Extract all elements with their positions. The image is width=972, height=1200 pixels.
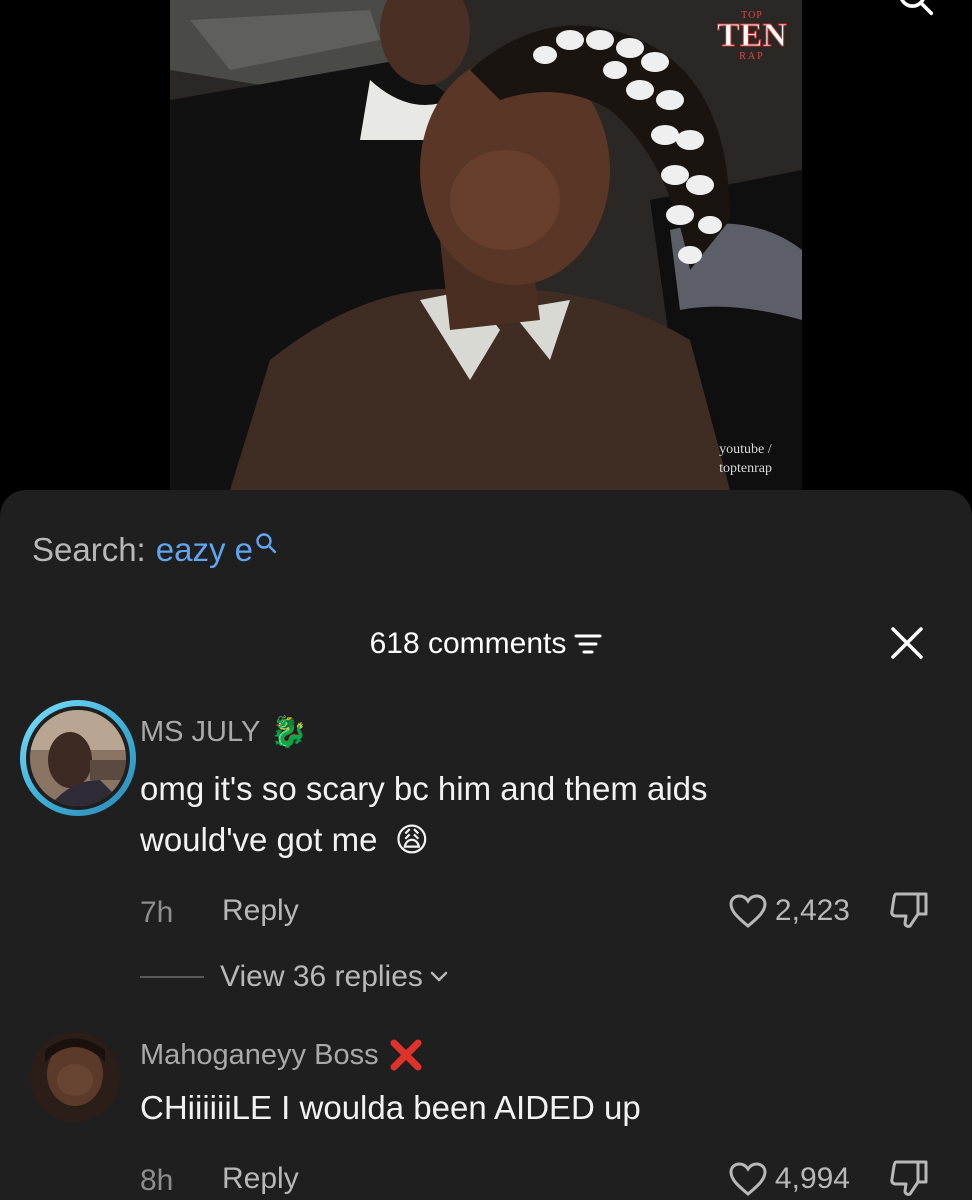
comment-username[interactable]: Mahoganeyy Boss — [140, 1038, 423, 1072]
watermark-logo: TOP TEN RAP — [708, 10, 796, 62]
like-count: 4,994 — [774, 1162, 850, 1195]
comment-count: 618 comments — [369, 627, 567, 660]
comment-time: 8h — [140, 1164, 174, 1197]
video-credit: youtube / toptenrap — [719, 440, 772, 478]
reply-button[interactable]: Reply — [222, 1162, 299, 1196]
cross-mark-icon — [390, 1039, 422, 1071]
video-frame-image — [170, 0, 802, 490]
comment-text: CHiiiiiiLE I woulda been AIDED up — [140, 1089, 641, 1126]
comments-sheet: Search: eazy e 618 comments MS JULY 🐉 om… — [0, 490, 972, 1200]
search-icon[interactable] — [898, 0, 934, 16]
dislike-icon[interactable] — [888, 1158, 932, 1198]
comment-text-line1: omg it's so scary bc him and them aids — [140, 770, 708, 807]
chevron-down-icon — [430, 971, 448, 982]
replies-divider — [140, 976, 204, 978]
like-button[interactable]: 4,994 — [729, 1162, 850, 1196]
weary-face-emoji: 😩 — [394, 821, 430, 858]
comment-text: omg it's so scary bc him and them aids w… — [140, 763, 940, 865]
heart-icon — [729, 1162, 767, 1196]
comment-time: 7h — [140, 896, 174, 929]
close-icon[interactable] — [890, 626, 924, 660]
like-button[interactable]: 2,423 — [729, 894, 850, 928]
search-suggestion[interactable]: Search: eazy e — [32, 530, 277, 570]
comment-text-line2: would've got me 😩 — [140, 814, 940, 865]
like-count: 2,423 — [774, 894, 850, 927]
comment-text-line2-text: would've got me — [140, 821, 378, 858]
filter-icon[interactable] — [574, 631, 602, 657]
dislike-icon[interactable] — [888, 890, 932, 930]
comments-header: 618 comments — [0, 624, 972, 664]
avatar[interactable] — [30, 710, 126, 806]
view-replies-text[interactable]: View 36 replies — [220, 960, 423, 994]
avatar[interactable] — [30, 1032, 120, 1122]
username-text[interactable]: Mahoganeyy Boss — [140, 1039, 379, 1072]
reply-button[interactable]: Reply — [222, 894, 299, 928]
video-credit-line1: youtube / — [719, 442, 772, 457]
watermark-main: TEN — [717, 17, 788, 54]
video-player[interactable]: TOP TEN RAP youtube / toptenrap — [170, 0, 802, 490]
search-term[interactable]: eazy e — [156, 530, 253, 570]
avatar-story-ring[interactable] — [20, 700, 136, 816]
search-label: Search: — [32, 531, 146, 568]
comment-username[interactable]: MS JULY 🐉 — [140, 715, 308, 750]
dragon-badge-icon: 🐉 — [270, 716, 308, 749]
view-replies-button[interactable]: View 36 replies — [140, 960, 449, 994]
heart-icon — [729, 894, 767, 928]
video-credit-line2: toptenrap — [719, 461, 772, 476]
search-term-icon — [256, 533, 277, 554]
username-text[interactable]: MS JULY — [140, 716, 260, 749]
